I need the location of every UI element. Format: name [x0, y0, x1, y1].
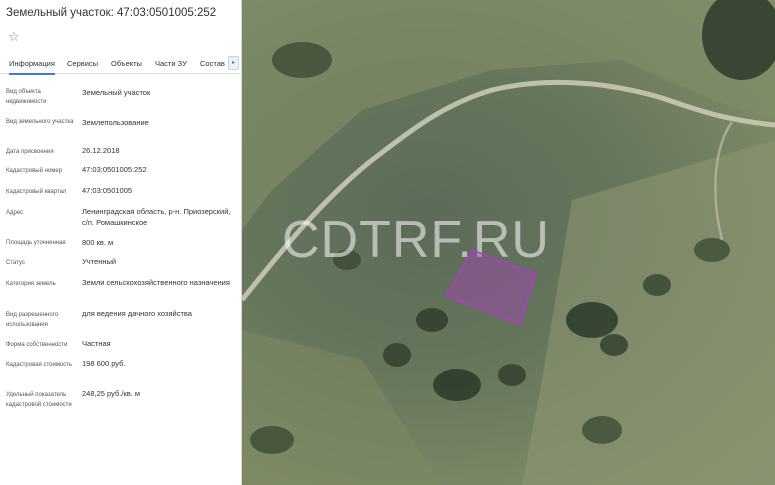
value-cadastral-quarter: 47:03:0501005: [82, 186, 133, 195]
tab-information[interactable]: Информация: [9, 59, 55, 75]
label-specific-cadastral-value: Удельный показатель кадастровой стоимост…: [6, 392, 72, 408]
tab-services[interactable]: Сервисы: [67, 59, 98, 68]
label-object-type: Вид объекта недвижимости: [6, 89, 47, 105]
value-cadastral-number: 47:03:0501005:252: [82, 165, 147, 174]
parcel-polygon: [444, 249, 537, 325]
value-specific-cadastral-value: 248,25 руб./кв. м: [82, 389, 140, 398]
tab-bar: Информация Сервисы Объекты Части ЗУ Сост…: [0, 54, 242, 75]
tabs-scroll-right-icon[interactable]: ▸: [228, 56, 239, 70]
label-permitted-use: Вид разрешенного использования: [6, 312, 59, 328]
value-area: 800 кв. м: [82, 238, 114, 247]
value-ownership-form: Частная: [82, 339, 111, 348]
value-cadastral-value: 198 600 руб.: [82, 359, 126, 368]
value-land-category: Земли сельскохозяйственного назначения: [82, 278, 230, 287]
label-ownership-form: Форма собственности: [6, 342, 68, 348]
tab-parcel-parts[interactable]: Части ЗУ: [155, 59, 187, 68]
satellite-map[interactable]: CDTRF.RU: [242, 0, 775, 485]
value-object-type: Земельный участок: [82, 88, 151, 97]
value-permitted-use: для ведения дачного хозяйства: [82, 309, 192, 318]
label-cadastral-number: Кадастровый номер: [6, 168, 63, 174]
info-panel: Земельный участок: 47:03:0501005:252 ☆ И…: [0, 0, 242, 485]
label-parcel-type: Вид земельного участка: [6, 119, 74, 125]
page-title: Земельный участок: 47:03:0501005:252: [6, 7, 217, 19]
label-status: Статус: [6, 260, 25, 266]
label-area: Площадь уточненная: [6, 240, 66, 246]
label-address: Адрес: [6, 210, 24, 216]
label-assignment-date: Дата присвоения: [6, 149, 54, 155]
value-status: Учтенный: [82, 257, 117, 266]
label-cadastral-value: Кадастровая стоимость: [6, 362, 73, 368]
parcel-overlay[interactable]: [242, 0, 775, 485]
tab-composition[interactable]: Состав: [200, 59, 225, 68]
value-parcel-type: Землепользование: [82, 118, 149, 127]
value-address: Ленинградская область, р-н. Приозерский,…: [82, 207, 231, 227]
tab-objects[interactable]: Объекты: [111, 59, 142, 68]
label-cadastral-quarter: Кадастровый квартал: [6, 189, 67, 195]
favorite-star-icon[interactable]: ☆: [8, 30, 20, 43]
label-land-category: Категория земель: [6, 281, 56, 287]
value-assignment-date: 26.12.2018: [82, 146, 120, 155]
